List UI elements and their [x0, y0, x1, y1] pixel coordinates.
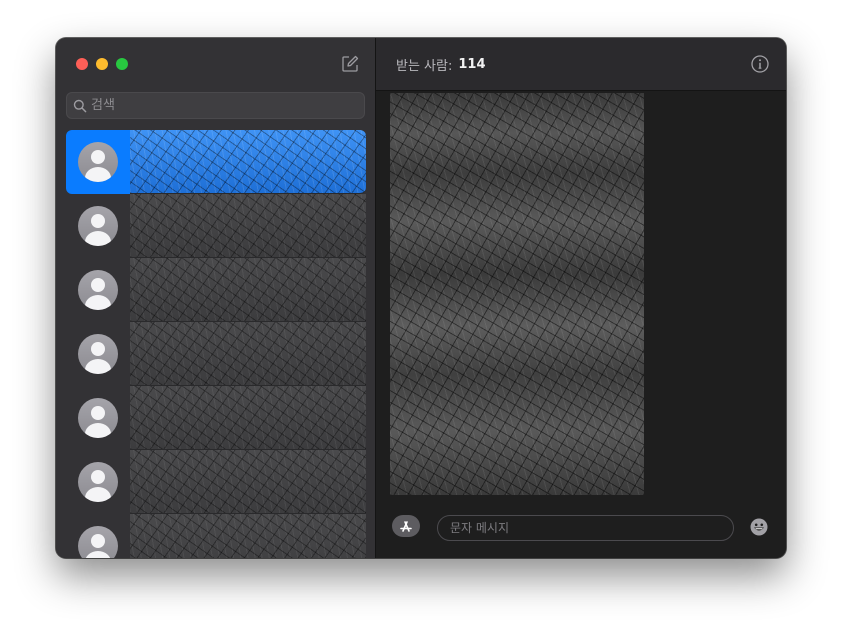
composer: [376, 508, 786, 548]
recipient[interactable]: 114: [458, 57, 485, 72]
conversation-item[interactable]: [66, 130, 366, 194]
conversation-item[interactable]: [66, 514, 366, 558]
emoji-button[interactable]: [749, 517, 769, 537]
compose-button[interactable]: [340, 54, 360, 74]
compose-icon: [342, 55, 359, 72]
avatar: [78, 526, 118, 558]
info-button[interactable]: [750, 54, 770, 74]
conversation-item[interactable]: [66, 450, 366, 514]
close-button[interactable]: [76, 58, 88, 70]
conversation-redacted: [130, 258, 366, 322]
avatar: [78, 334, 118, 374]
avatar: [78, 206, 118, 246]
avatar: [78, 398, 118, 438]
conversation-pane: 받는 사람: 114: [376, 38, 786, 558]
message-image-redacted[interactable]: [390, 93, 644, 495]
conversation-redacted: [130, 514, 366, 558]
app-store-icon: [400, 521, 412, 532]
conversation-redacted: [130, 322, 366, 386]
conversation-list: [66, 130, 366, 558]
search-icon: [73, 99, 87, 112]
conversation-item[interactable]: [66, 258, 366, 322]
conversation-item[interactable]: [66, 386, 366, 450]
messages-window: 받는 사람: 114: [56, 38, 786, 558]
conversation-header: 받는 사람: 114: [376, 38, 786, 91]
conversation-item[interactable]: [66, 194, 366, 258]
avatar: [78, 462, 118, 502]
traffic-lights: [76, 58, 128, 70]
info-icon: [751, 55, 769, 73]
conversation-redacted: [130, 450, 366, 514]
minimize-button[interactable]: [96, 58, 108, 70]
conversation-redacted: [130, 386, 366, 450]
avatar: [78, 270, 118, 310]
message-input[interactable]: [437, 515, 734, 541]
avatar: [78, 142, 118, 182]
to-label: 받는 사람:: [396, 58, 453, 74]
conversation-redacted: [130, 130, 366, 194]
sidebar: [56, 38, 376, 558]
conversation-item[interactable]: [66, 322, 366, 386]
zoom-button[interactable]: [116, 58, 128, 70]
search-field[interactable]: [66, 92, 365, 119]
apps-button[interactable]: [392, 515, 420, 537]
conversation-redacted: [130, 194, 366, 258]
emoji-icon: [750, 518, 768, 536]
search-input[interactable]: [91, 98, 351, 113]
